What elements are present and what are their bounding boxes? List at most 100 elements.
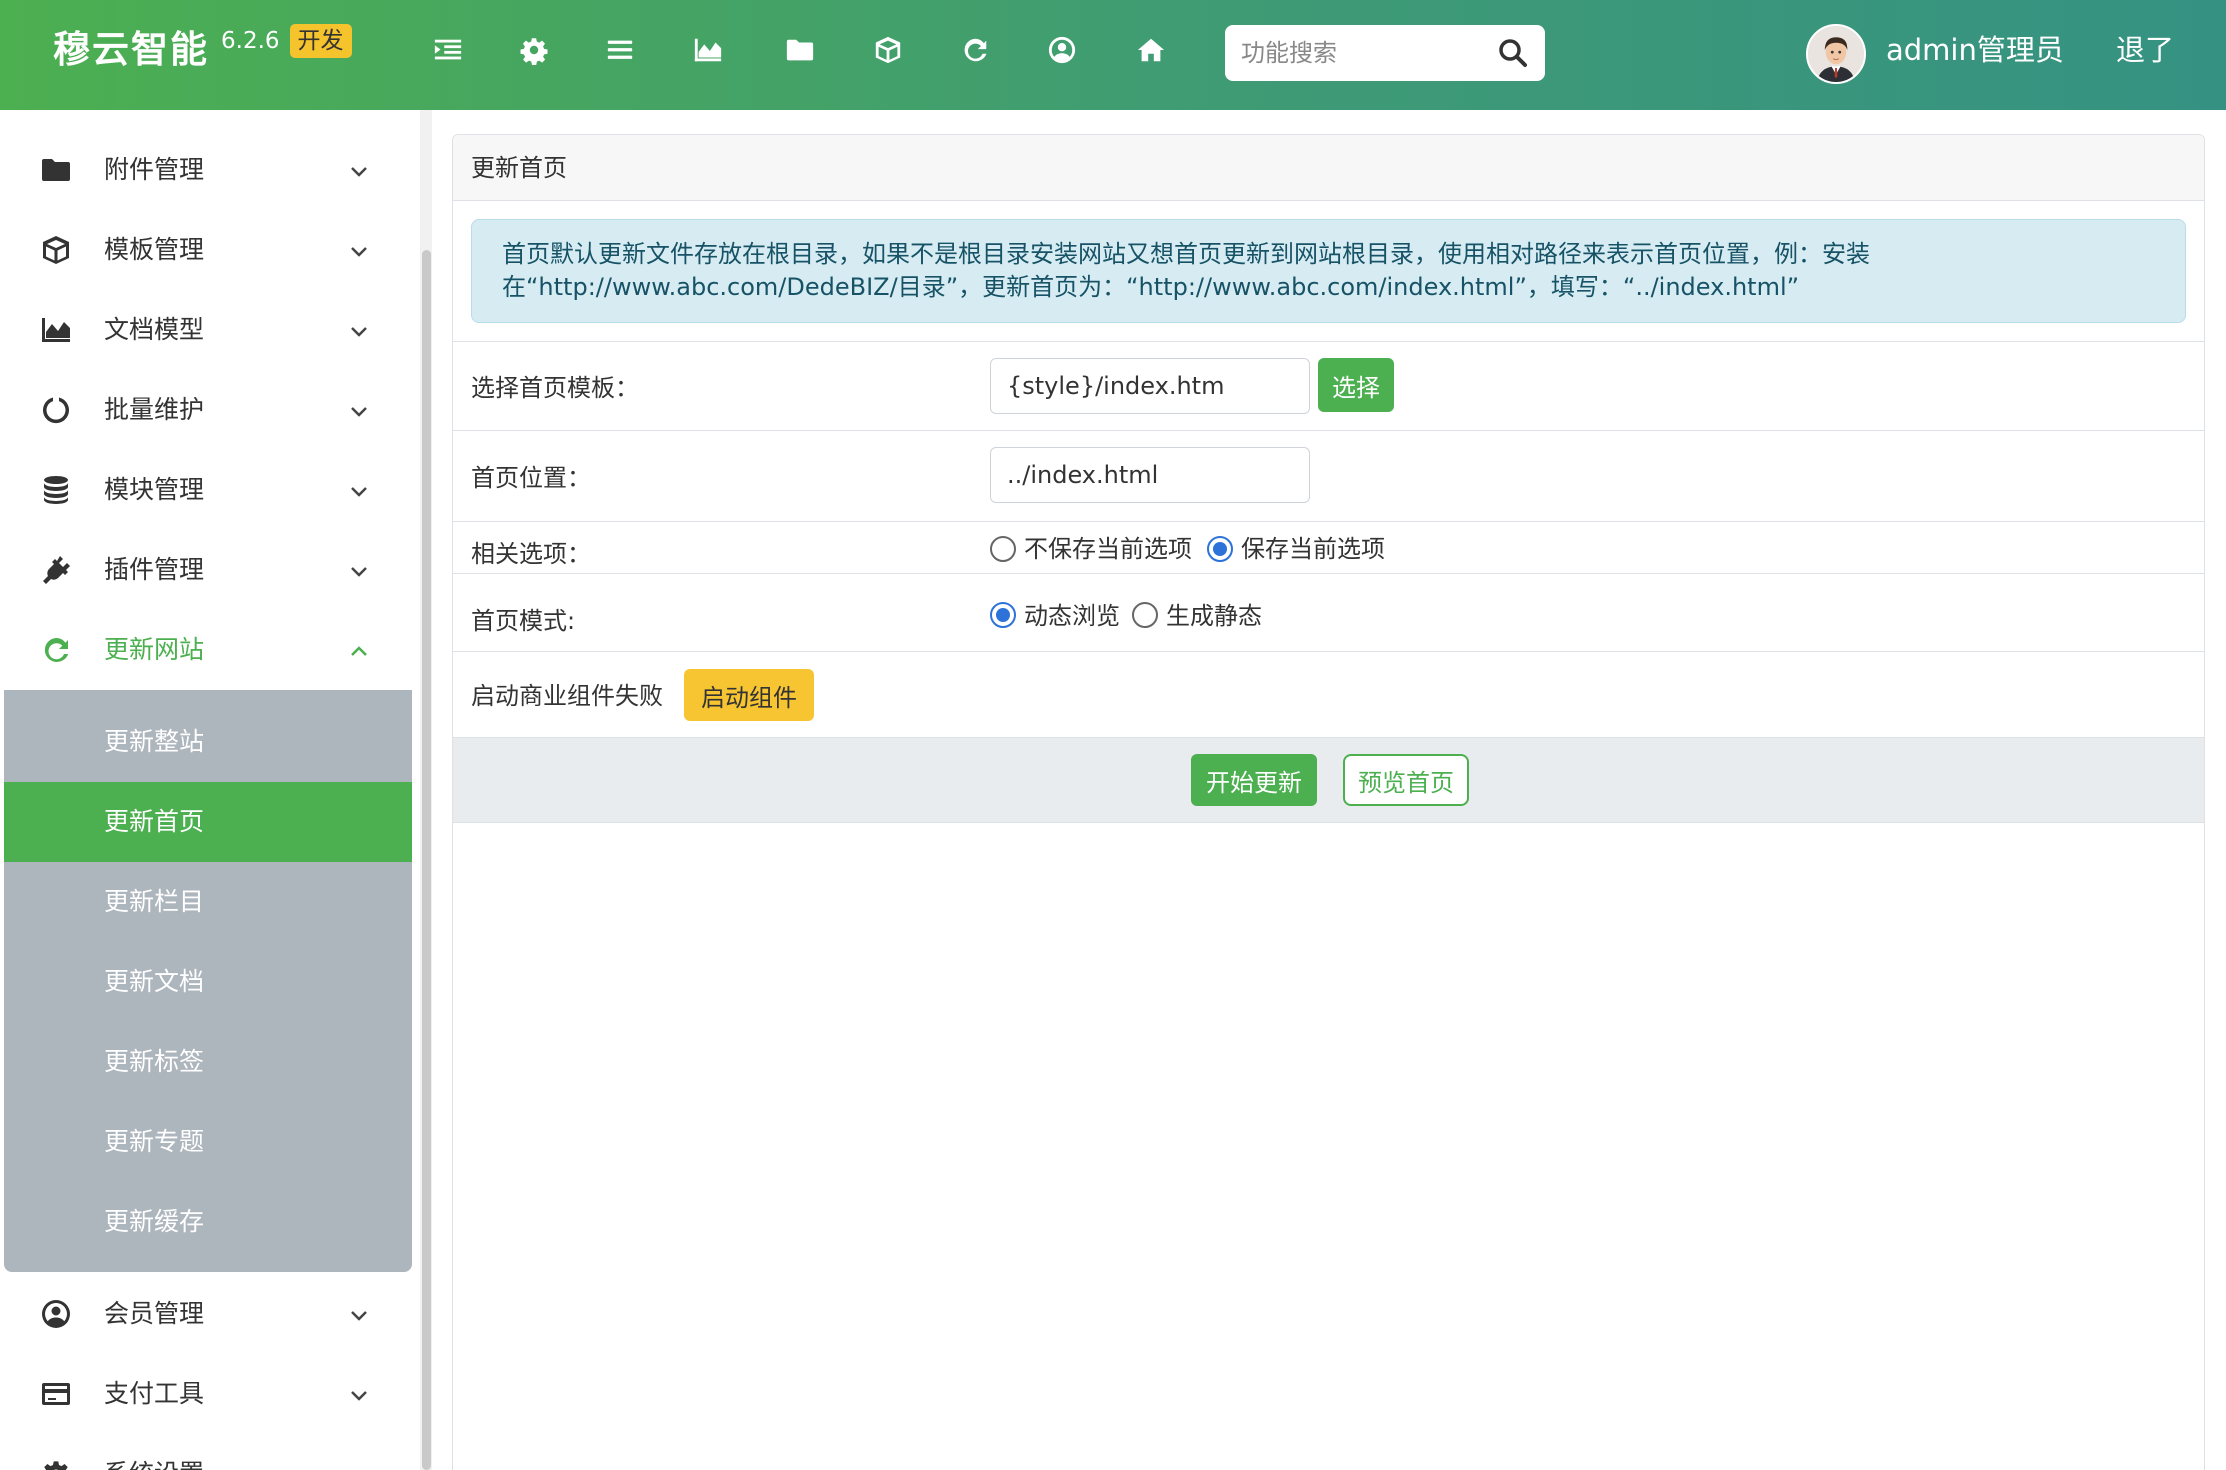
- panel-title: 更新首页: [471, 154, 567, 182]
- sidebar-item-label: 批量维护: [104, 395, 205, 424]
- sidebar-item-label: 系统设置: [104, 1434, 204, 1470]
- submenu-item-update-topics[interactable]: 更新专题: [4, 1102, 412, 1182]
- submenu-item-label: 更新首页: [104, 807, 205, 836]
- user-circle-icon[interactable]: [1044, 32, 1080, 68]
- credit-card-icon: [40, 1378, 72, 1410]
- sidebar-item-templates[interactable]: 模板管理: [0, 210, 412, 290]
- submenu-item-label: 更新专题: [104, 1127, 205, 1156]
- row-divider: [453, 521, 2204, 522]
- sidebar-item-update-site[interactable]: 更新网站: [0, 610, 412, 690]
- chevron-down-icon: [348, 560, 370, 582]
- submenu-item-label: 更新栏目: [104, 887, 205, 916]
- radio-label: 动态浏览: [1024, 602, 1120, 630]
- sidebar-item-settings[interactable]: 系统设置: [0, 1434, 412, 1470]
- list-icon[interactable]: [602, 32, 638, 68]
- refresh-icon: [40, 634, 72, 666]
- refresh-icon[interactable]: [957, 32, 993, 68]
- username[interactable]: admin管理员: [1886, 30, 2064, 70]
- brand[interactable]: 穆云智能 6.2.6 开发: [53, 22, 352, 78]
- update-home-panel: 更新首页 首页默认更新文件存放在根目录，如果不是根目录安装网站又想首页更新到网站…: [452, 134, 2205, 1470]
- radio-label: 不保存当前选项: [1024, 535, 1192, 563]
- action-bar: 开始更新 预览首页: [453, 737, 2204, 823]
- row-divider: [453, 573, 2204, 574]
- sidebar-item-label: 会员管理: [104, 1299, 205, 1328]
- plug-icon: [40, 554, 72, 586]
- area-chart-icon: [40, 314, 72, 346]
- sidebar-item-label: 附件管理: [104, 155, 205, 184]
- start-update-button[interactable]: 开始更新: [1191, 754, 1317, 806]
- sidebar-item-payment[interactable]: 支付工具: [0, 1354, 412, 1434]
- sidebar-item-label: 支付工具: [104, 1379, 205, 1408]
- chevron-down-icon: [348, 240, 370, 262]
- options-label: 相关选项：: [471, 540, 591, 568]
- sidebar-item-doc-models[interactable]: 文档模型: [0, 290, 412, 370]
- database-icon: [40, 474, 72, 506]
- panel-header: 更新首页: [453, 135, 2204, 201]
- info-alert: 首页默认更新文件存放在根目录，如果不是根目录安装网站又想首页更新到网站根目录，使…: [471, 219, 2186, 323]
- indent-icon[interactable]: [430, 32, 466, 68]
- sidebar-item-modules[interactable]: 模块管理: [0, 450, 412, 530]
- chevron-down-icon: [348, 1384, 370, 1406]
- submenu-item-update-columns[interactable]: 更新栏目: [4, 862, 412, 942]
- sidebar-item-plugins[interactable]: 插件管理: [0, 530, 412, 610]
- row-divider: [453, 651, 2204, 652]
- user-circle-icon: [40, 1298, 72, 1330]
- radio-save-options[interactable]: [1207, 536, 1233, 562]
- commercial-status-text: 启动商业组件失败: [471, 682, 663, 710]
- sidebar-scrollbar-thumb[interactable]: [422, 250, 431, 1470]
- search-icon[interactable]: [1497, 37, 1529, 69]
- gear-icon[interactable]: [516, 32, 552, 68]
- cube-icon[interactable]: [870, 32, 906, 68]
- area-chart-icon[interactable]: [690, 32, 726, 68]
- folder-icon[interactable]: [782, 32, 818, 68]
- row-divider: [453, 430, 2204, 431]
- select-template-button[interactable]: 选择: [1318, 358, 1394, 412]
- submenu-item-update-docs[interactable]: 更新文档: [4, 942, 412, 1022]
- sidebar-item-label: 模板管理: [104, 235, 205, 264]
- radio-label: 保存当前选项: [1241, 535, 1385, 563]
- sidebar-item-batch[interactable]: 批量维护: [0, 370, 412, 450]
- radio-dont-save-options[interactable]: [990, 536, 1016, 562]
- mode-label: 首页模式:: [471, 607, 576, 635]
- template-label: 选择首页模板：: [471, 374, 639, 402]
- sidebar-item-label: 更新网站: [104, 635, 205, 664]
- row-divider: [453, 341, 2204, 342]
- dev-badge: 开发: [289, 24, 352, 58]
- submenu-item-update-all[interactable]: 更新整站: [4, 702, 412, 782]
- chevron-down-icon: [348, 1304, 370, 1326]
- submenu-item-label: 更新标签: [104, 1047, 205, 1076]
- sidebar-item-members[interactable]: 会员管理: [0, 1274, 412, 1354]
- submenu-item-label: 更新整站: [104, 727, 205, 756]
- chevron-down-icon: [348, 160, 370, 182]
- cube-icon: [40, 234, 72, 266]
- brand-version: 6.2.6: [221, 28, 280, 54]
- chevron-down-icon: [348, 400, 370, 422]
- folder-icon: [40, 154, 72, 186]
- submenu-item-label: 更新缓存: [104, 1207, 205, 1236]
- home-icon[interactable]: [1133, 32, 1169, 68]
- search-input[interactable]: [1241, 39, 1491, 67]
- submenu-item-update-cache[interactable]: 更新缓存: [4, 1182, 412, 1262]
- sidebar-item-attachments[interactable]: 附件管理: [0, 130, 412, 210]
- position-input[interactable]: [990, 447, 1310, 503]
- start-component-button[interactable]: 启动组件: [684, 669, 814, 721]
- submenu-item-update-tags[interactable]: 更新标签: [4, 1022, 412, 1102]
- avatar[interactable]: [1806, 24, 1866, 84]
- submenu-item-label: 更新文档: [104, 967, 205, 996]
- submenu-item-update-home[interactable]: 更新首页: [4, 782, 412, 862]
- top-header: 穆云智能 6.2.6 开发 功能搜索 admin管理员 退了: [0, 0, 2226, 110]
- sidebar: 附件管理 模板管理 文档模型 批量维护 模块管理 插件管理 更新网站 更新整站 …: [0, 110, 416, 1470]
- search-box: [1225, 25, 1545, 81]
- position-label: 首页位置：: [471, 464, 591, 492]
- radio-static-mode[interactable]: [1132, 602, 1158, 628]
- circle-notch-icon: [40, 394, 72, 426]
- sidebar-item-label: 模块管理: [104, 475, 205, 504]
- preview-home-button[interactable]: 预览首页: [1343, 754, 1469, 806]
- submenu-update-site: 更新整站 更新首页 更新栏目 更新文档 更新标签 更新专题 更新缓存: [4, 690, 412, 1272]
- logout-link[interactable]: 退了: [2116, 30, 2174, 70]
- radio-dynamic-mode[interactable]: [990, 602, 1016, 628]
- chevron-down-icon: [348, 480, 370, 502]
- gear-icon: [40, 1458, 72, 1470]
- template-input[interactable]: [990, 358, 1310, 414]
- sidebar-item-label: 插件管理: [104, 555, 205, 584]
